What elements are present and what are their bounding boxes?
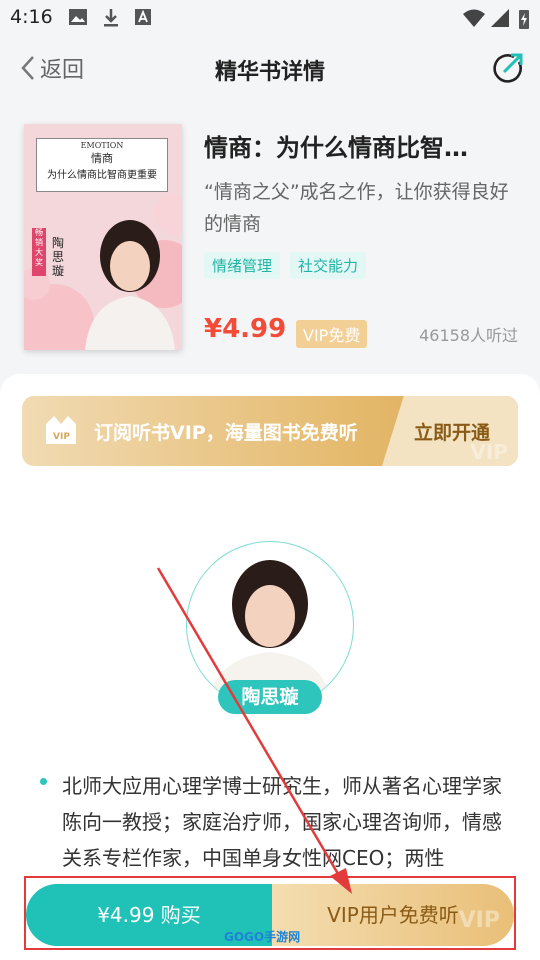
book-description: “情商之父”成名之作，让你获得良好的情商 — [204, 181, 509, 235]
vip-free-listen-button[interactable]: VIP用户免费听 VIP — [272, 884, 514, 946]
cover-cn-subtitle: 为什么情商比智商更重要 — [47, 170, 157, 181]
status-bar: 4:16 — [0, 0, 540, 36]
open-vip-button[interactable]: 立即开通 VIP — [382, 396, 518, 466]
book-title: 情商：为什么情商比智… — [204, 134, 468, 162]
image-icon — [69, 9, 87, 25]
cover-title-frame: EMOTION 情商 为什么情商比智商更重要 — [36, 138, 168, 192]
cover-en-title: EMOTION — [80, 141, 124, 150]
text-icon — [135, 9, 151, 25]
cover-author-photo — [85, 220, 175, 350]
status-time: 4:16 — [10, 6, 53, 28]
site-watermark: GOGO手游网 — [224, 930, 301, 944]
share-icon — [493, 53, 523, 83]
signal-icon — [491, 9, 509, 27]
top-nav: 返回 精华书详情 — [0, 40, 540, 98]
vip-button-watermark: VIP — [458, 908, 500, 933]
tag-emotion-management[interactable]: 情绪管理 — [204, 252, 281, 279]
cover-cn-title: 情商 — [91, 152, 113, 165]
svg-text:VIP: VIP — [53, 432, 70, 442]
vip-promo-text: 订阅听书VIP，海量图书免费听 — [94, 422, 358, 444]
download-icon — [104, 9, 118, 27]
listener-count: 46158人听过 — [419, 326, 518, 345]
book-price: ¥4.99 — [204, 314, 287, 344]
author-bio: 北师大应用心理学博士研究生，师从著名心理学家陈向一教授；家庭治疗师，国家心理咨询… — [62, 774, 502, 870]
vip-free-badge: VIP免费 — [296, 320, 368, 348]
vip-crown-icon: VIP — [46, 416, 76, 444]
cover-ribbon: 畅销大奖 — [32, 228, 46, 276]
share-button[interactable] — [492, 52, 524, 88]
bio-bullet — [40, 778, 47, 785]
battery-icon — [519, 10, 529, 29]
page-title: 精华书详情 — [214, 60, 325, 85]
vip-watermark: VIP — [470, 440, 508, 464]
author-name: 陶思璇 — [218, 680, 322, 714]
tag-list: 情绪管理 社交能力 — [204, 252, 367, 279]
tag-social-skills[interactable]: 社交能力 — [290, 252, 367, 279]
vip-free-listen-label: VIP用户免费听 — [327, 903, 459, 927]
wifi-icon — [463, 9, 485, 27]
book-cover[interactable]: EMOTION 情商 为什么情商比智商更重要 畅销大奖 陶思璇 — [24, 124, 182, 350]
vip-subscribe-banner[interactable]: VIP 订阅听书VIP，海量图书免费听 立即开通 VIP — [22, 396, 518, 466]
cover-author: 陶思璇 — [52, 236, 65, 278]
